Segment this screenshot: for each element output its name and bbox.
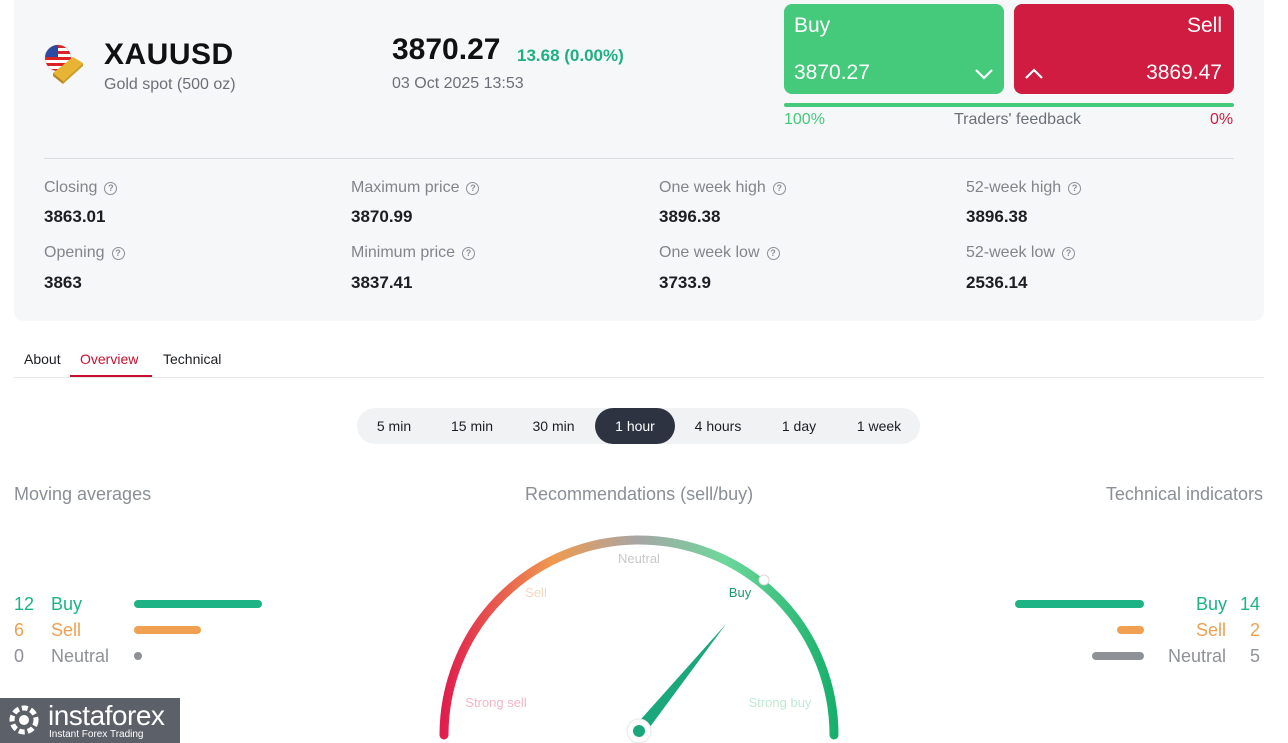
gauge-label-strong-buy: Strong buy [749,695,812,710]
stat-week-high-value: 3896.38 [659,207,721,226]
help-icon[interactable]: ? [1068,182,1082,195]
ti-buy-bar [1015,600,1144,608]
stat-closing-value: 3863.01 [44,207,106,226]
help-icon[interactable]: ? [772,182,786,195]
gauge-label-strong-sell: Strong sell [465,695,527,710]
stat-opening-label: Opening? [44,244,125,262]
ti-buy-label: Buy [1196,594,1228,614]
stat-week-low-value: 3733.9 [659,273,711,292]
stat-week-high-label: One week high? [659,179,786,197]
help-icon[interactable]: ? [104,182,118,195]
stat-min-value: 3837.41 [351,273,413,292]
ti-sell-bar [1117,626,1144,634]
buy-button[interactable]: Buy 3870.27 [784,4,1004,94]
tab-overview[interactable]: Overview [80,351,138,367]
help-icon[interactable]: ? [466,182,480,195]
ma-neutral-count: 0 [14,646,25,666]
instrument-subtitle: Gold spot (500 oz) [104,76,236,93]
ti-sell-count: 2 [1250,620,1261,640]
stat-52w-high-label: 52-week high? [966,179,1082,197]
help-icon[interactable]: ? [1061,247,1075,260]
logo-tagline: Instant Forex Trading [49,729,144,740]
help-icon[interactable]: ? [766,247,780,260]
divider [44,158,1234,159]
feedback-sell-percent: 0% [1210,111,1234,128]
technical-indicators-title: Technical indicators [1105,484,1263,504]
chevron-up-icon [1025,68,1043,79]
buy-price: 3870.27 [794,61,870,84]
logo-name: instaforex [48,700,165,731]
period-5min[interactable]: 5 min [357,408,431,444]
gear-icon [9,705,39,735]
price-datetime: 03 Oct 2025 13:53 [392,75,524,92]
tab-bar: About Overview Technical [14,342,1264,378]
active-tab-indicator [70,375,152,377]
stat-max-label: Maximum price? [351,179,480,197]
ti-buy-count: 14 [1240,594,1261,614]
stat-opening-value: 3863 [44,273,82,292]
stat-min-label: Minimum price? [351,244,476,262]
gauge-label-sell: Sell [525,585,547,600]
gauge-pivot-dot [633,725,645,737]
period-1week[interactable]: 1 week [843,408,915,444]
stat-52w-low-value: 2536.14 [966,273,1028,292]
sell-button[interactable]: Sell 3869.47 [1014,4,1234,94]
stat-52w-high-value: 3896.38 [966,207,1028,226]
tab-about[interactable]: About [24,351,61,367]
feedback-buy-percent: 100% [784,111,825,128]
ma-sell-label: Sell [51,620,82,640]
traders-feedback-bar [784,103,1234,107]
stat-52w-low-label: 52-week low? [966,244,1075,262]
moving-averages-title: Moving averages [14,484,152,504]
chevron-down-icon [975,69,993,80]
help-icon[interactable]: ? [111,247,125,260]
ti-neutral-label: Neutral [1168,646,1227,666]
period-selector: 5 min 15 min 30 min 1 hour 4 hours 1 day… [357,408,920,444]
tab-technical[interactable]: Technical [163,351,221,367]
instrument-symbol: XAUUSD [104,38,234,71]
ma-sell-bar [134,626,201,634]
stat-week-low-label: One week low? [659,244,780,262]
gauge-label-buy: Buy [729,585,752,600]
stat-max-value: 3870.99 [351,207,413,226]
ma-neutral-bar [134,652,142,660]
ma-buy-label: Buy [51,594,83,614]
us-flag-gold-icon [44,44,83,84]
stat-closing-label: Closing? [44,179,118,197]
recommendation-gauge: Neutral Sell Buy Strong sell Strong buy [439,535,839,743]
current-price: 3870.27 [392,33,501,66]
feedback-label: Traders' feedback [954,111,1081,128]
period-1day[interactable]: 1 day [765,408,833,444]
ma-buy-bar [134,600,262,608]
sell-label: Sell [1186,14,1222,37]
ti-neutral-count: 5 [1250,646,1261,666]
gauge-marker [758,574,770,586]
ma-buy-count: 12 [14,594,35,614]
gauge-needle [634,624,726,735]
help-icon[interactable]: ? [462,247,476,260]
price-change: 13.68 (0.00%) [517,46,624,65]
period-30min[interactable]: 30 min [515,408,592,444]
period-15min[interactable]: 15 min [435,408,509,444]
ma-sell-count: 6 [14,620,25,640]
gauge-label-neutral: Neutral [618,551,660,566]
sell-price: 3869.47 [1146,61,1222,84]
instaforex-logo: instaforex Instant Forex Trading [0,698,180,743]
ti-neutral-bar [1092,652,1144,660]
recommendations-title: Recommendations (sell/buy) [525,484,754,504]
ti-sell-label: Sell [1196,620,1227,640]
ma-neutral-label: Neutral [51,646,110,666]
period-4hours[interactable]: 4 hours [679,408,757,444]
buy-label: Buy [794,14,831,37]
period-1hour[interactable]: 1 hour [595,408,675,444]
